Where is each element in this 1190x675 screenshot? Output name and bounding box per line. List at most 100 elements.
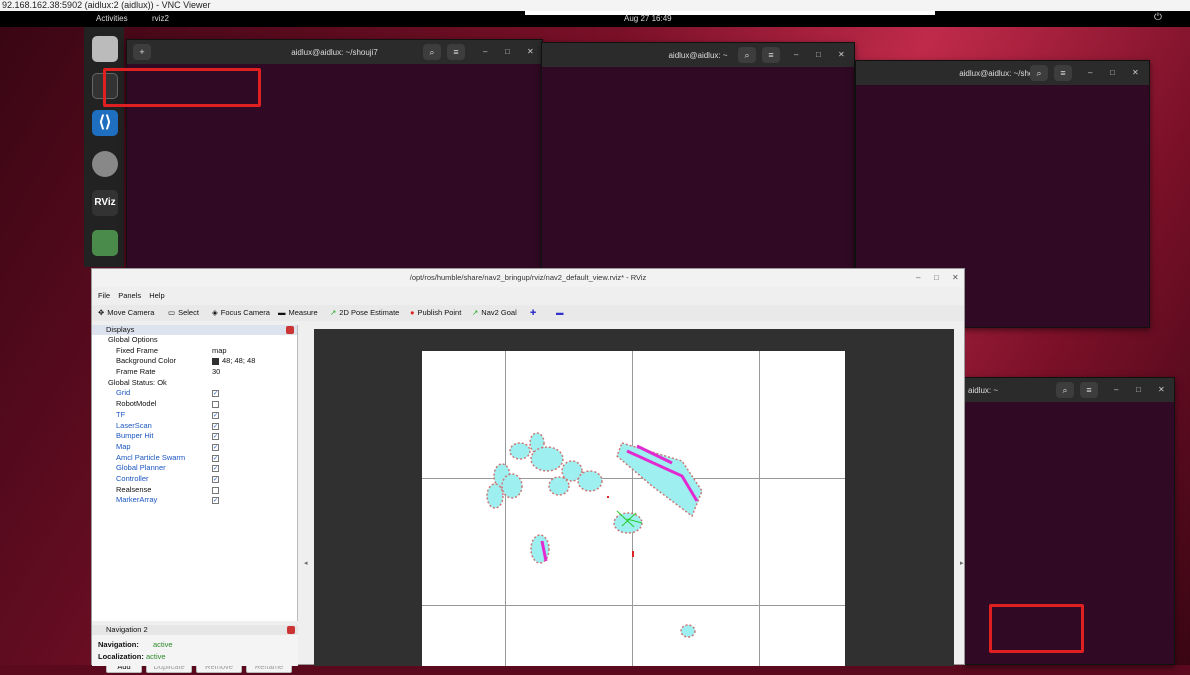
app-menu[interactable]: rviz2 bbox=[152, 14, 169, 23]
close-icon[interactable]: ✕ bbox=[838, 50, 845, 59]
display-item-label: LaserScan bbox=[116, 420, 152, 430]
files-icon[interactable] bbox=[92, 36, 118, 62]
maximize-icon[interactable]: □ bbox=[505, 47, 510, 56]
maximize-icon[interactable]: □ bbox=[1110, 68, 1115, 77]
terminal-titlebar[interactable]: aidlux@aidlux: ~/shouji7 ⌕ ≡ – □ ✕ bbox=[856, 61, 1149, 85]
minimize-icon[interactable]: – bbox=[916, 269, 920, 287]
display-checkbox[interactable]: ✓ bbox=[212, 454, 219, 462]
terminal-title: aidlux@aidlux: ~/shouji7 bbox=[959, 69, 1046, 78]
move-camera-tool[interactable]: ✥ Move Camera bbox=[98, 308, 154, 317]
search-icon[interactable]: ⌕ bbox=[738, 47, 756, 63]
search-icon[interactable]: ⌕ bbox=[1056, 382, 1074, 398]
display-item[interactable]: Controller ✓ bbox=[92, 474, 297, 485]
highlight-box-yolo bbox=[989, 604, 1084, 653]
close-icon[interactable]: ✕ bbox=[527, 47, 534, 56]
background-color-row[interactable]: Background Color 48; 48; 48 bbox=[92, 356, 297, 367]
maximize-icon[interactable]: □ bbox=[816, 50, 821, 59]
menu-help[interactable]: Help bbox=[149, 291, 164, 300]
maximize-icon[interactable]: □ bbox=[1136, 385, 1141, 394]
focus-camera-tool[interactable]: ◈ Focus Camera bbox=[212, 308, 270, 317]
display-item-label: Grid bbox=[116, 388, 131, 398]
display-item[interactable]: MarkerArray ✓ bbox=[92, 495, 297, 506]
display-item[interactable]: LaserScan ✓ bbox=[92, 421, 297, 432]
panel-collapse-left[interactable]: ◂ bbox=[304, 559, 308, 567]
search-icon[interactable]: ⌕ bbox=[1030, 65, 1048, 81]
plus-icon[interactable]: ✚ bbox=[530, 308, 536, 317]
display-item[interactable]: Bumper Hit ✓ bbox=[92, 431, 297, 442]
vscode-icon[interactable]: ⟨⟩ bbox=[92, 110, 118, 136]
close-icon[interactable]: ✕ bbox=[952, 269, 959, 287]
display-checkbox[interactable]: ✓ bbox=[212, 422, 219, 430]
power-icon[interactable]: ⏻ bbox=[1154, 12, 1162, 23]
global-status-row[interactable]: Global Status: Ok bbox=[92, 378, 297, 389]
display-item[interactable]: Grid ✓ bbox=[92, 388, 297, 399]
pose-estimate-tool[interactable]: ↗ 2D Pose Estimate bbox=[330, 308, 399, 317]
publish-point-tool[interactable]: ● Publish Point bbox=[410, 308, 461, 317]
terminal-title: aidlux@aidlux: ~ bbox=[668, 51, 728, 60]
display-item[interactable]: RobotModel bbox=[92, 399, 297, 410]
display-item-label: TF bbox=[116, 409, 126, 419]
menu-icon[interactable]: ≡ bbox=[762, 47, 780, 63]
trash-icon[interactable] bbox=[92, 230, 118, 256]
minimize-icon[interactable]: – bbox=[1114, 385, 1118, 394]
minimize-icon[interactable]: – bbox=[1088, 68, 1092, 77]
minimize-icon[interactable]: – bbox=[794, 50, 798, 59]
close-icon[interactable]: ✕ bbox=[1158, 385, 1165, 394]
display-checkbox[interactable]: ✓ bbox=[212, 390, 219, 398]
maximize-icon[interactable]: □ bbox=[934, 269, 939, 287]
display-checkbox[interactable]: ✓ bbox=[212, 465, 219, 473]
menu-panels[interactable]: Panels bbox=[118, 291, 141, 300]
clock[interactable]: Aug 27 16:49 bbox=[624, 14, 672, 23]
activities-button[interactable]: Activities bbox=[96, 14, 128, 23]
settings-icon[interactable] bbox=[92, 151, 118, 177]
terminal-titlebar[interactable]: aidlux: ~ ⌕ ≡ – □ ✕ bbox=[964, 378, 1174, 402]
close-icon[interactable] bbox=[286, 326, 294, 334]
navigation-panel: Navigation 2 Navigation: active Localiza… bbox=[92, 625, 298, 666]
display-checkbox[interactable]: ✓ bbox=[212, 475, 219, 483]
close-icon[interactable] bbox=[287, 626, 295, 634]
display-item[interactable]: Amcl Particle Swarm ✓ bbox=[92, 453, 297, 464]
measure-tool[interactable]: ▬ Measure bbox=[278, 308, 318, 317]
menu-icon[interactable]: ≡ bbox=[447, 44, 465, 60]
global-options-row[interactable]: Global Options bbox=[92, 335, 297, 346]
terminal-titlebar[interactable]: + aidlux@aidlux: ~/shouji7 ⌕ ≡ – □ ✕ bbox=[127, 40, 542, 64]
display-item[interactable]: Global Planner ✓ bbox=[92, 463, 297, 474]
rviz-window[interactable]: /opt/ros/humble/share/nav2_bringup/rviz/… bbox=[91, 268, 965, 673]
menu-file[interactable]: File bbox=[98, 291, 110, 300]
display-checkbox[interactable]: ✓ bbox=[212, 443, 219, 451]
terminal-output[interactable] bbox=[542, 67, 854, 269]
display-items: Grid ✓ RobotModel TF ✓ LaserScan ✓ Bumper Hit ✓ M… bbox=[92, 388, 297, 506]
menu-icon[interactable]: ≡ bbox=[1054, 65, 1072, 81]
rviz-icon[interactable]: RViz bbox=[92, 190, 118, 216]
3d-viewport[interactable] bbox=[314, 329, 954, 666]
search-icon[interactable]: ⌕ bbox=[423, 44, 441, 60]
color-swatch bbox=[212, 358, 219, 366]
close-icon[interactable]: ✕ bbox=[1132, 68, 1139, 77]
display-item[interactable]: TF ✓ bbox=[92, 410, 297, 421]
measure-icon: ▬ bbox=[278, 308, 286, 317]
panel-collapse-right[interactable]: ▸ bbox=[960, 559, 964, 567]
display-checkbox[interactable]: ✓ bbox=[212, 497, 219, 505]
terminal-window-drive-node[interactable]: aidlux@aidlux: ~ ⌕ ≡ – □ ✕ bbox=[541, 42, 855, 270]
display-checkbox[interactable]: ✓ bbox=[212, 411, 219, 419]
rviz-titlebar[interactable]: /opt/ros/humble/share/nav2_bringup/rviz/… bbox=[92, 269, 964, 287]
display-item[interactable]: Realsense bbox=[92, 485, 297, 496]
select-tool[interactable]: ▭ Select bbox=[168, 308, 199, 317]
terminal-titlebar[interactable]: aidlux@aidlux: ~ ⌕ ≡ – □ ✕ bbox=[542, 43, 854, 67]
menu-icon[interactable]: ≡ bbox=[1080, 382, 1098, 398]
display-checkbox[interactable]: ✓ bbox=[212, 433, 219, 441]
fixed-frame-row[interactable]: Fixed Frame map bbox=[92, 346, 297, 357]
minimize-icon[interactable]: – bbox=[483, 47, 487, 56]
display-item[interactable]: Map ✓ bbox=[92, 442, 297, 453]
display-checkbox[interactable] bbox=[212, 401, 219, 409]
display-checkbox[interactable] bbox=[212, 486, 219, 494]
display-item-label: Map bbox=[116, 441, 131, 451]
nav2-goal-tool[interactable]: ↗ Nav2 Goal bbox=[472, 308, 517, 317]
frame-rate-row[interactable]: Frame Rate 30 bbox=[92, 367, 297, 378]
minus-icon[interactable]: ▬ bbox=[556, 308, 564, 317]
